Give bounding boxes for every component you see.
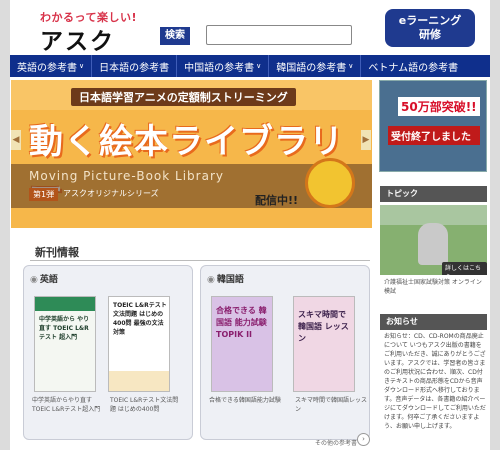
sun-mascot-icon — [305, 158, 355, 208]
book-caption[interactable]: 中学英語からやり直す TOEIC L&Rテスト超入門 — [32, 396, 104, 414]
book-cover-text: スキマ時間で 韓国語 レッスン — [298, 310, 349, 343]
photo-background — [380, 205, 487, 225]
hero-badge: 第1弾 — [29, 188, 59, 201]
hero-english-title: Moving Picture-Book Library — [29, 169, 224, 183]
book-group-korean: ◉ 韓国語 合格できる 韓国語 能力試験 TOPIK II 合格できる韓国語能力試… — [200, 265, 370, 440]
book-cover-text: TOEIC L&Rテスト 文法問題 はじめの400問 最強の文法対策 — [113, 302, 167, 336]
bullet-icon: ◉ — [30, 275, 38, 285]
book-cover-text: 中学英語から やり直す TOEIC L&Rテスト 超入門 — [39, 316, 90, 341]
book-group-heading: ◉ 韓国語 — [207, 272, 244, 285]
hero-subtitle: 日本語学習アニメの定額制ストリーミング — [71, 88, 296, 106]
nav-item-label: ベトナム語の参考書 — [368, 62, 459, 74]
site-logo[interactable]: アスク — [40, 22, 115, 56]
new-releases-title: 新刊情報 — [35, 246, 79, 259]
carousel-next-icon[interactable]: ▶ — [361, 130, 371, 150]
ad-closed-banner: 受付終了しました — [388, 126, 480, 145]
nav-item-vietnamese[interactable]: ベトナム語の参考書 — [361, 55, 465, 77]
nav-item-label: 韓国語の参考書 — [276, 62, 347, 74]
book-cover[interactable]: スキマ時間で 韓国語 レッスン — [293, 296, 355, 392]
cover-accent-bar — [109, 371, 169, 391]
nav-item-korean[interactable]: 韓国語の参考書 ∨ — [269, 55, 362, 77]
book-cover[interactable]: 合格できる 韓国語 能力試験 TOPIK II — [211, 296, 273, 392]
photo-person — [418, 223, 448, 265]
nav-item-chinese[interactable]: 中国語の参考書 ∨ — [177, 55, 270, 77]
ad-headline: 50万部突破!! — [398, 97, 480, 116]
main-nav: 英語の参考書 ∨ 日本語の参考書 中国語の参考書 ∨ 韓国語の参考書 ∨ ベトナム語の… — [10, 55, 490, 77]
cover-accent-bar — [35, 297, 95, 311]
bullet-icon: ◉ — [207, 275, 215, 285]
elearning-button[interactable]: eラーニング 研修 — [385, 9, 475, 47]
page: わかるって楽しい! アスク 検索 eラーニング 研修 英語の参考書 ∨ 日本語の参… — [10, 0, 490, 450]
notice-text: お知らせ：CD、CD-ROMの商品廃止について いつもアスク出版の書籍をご利用い… — [384, 333, 486, 430]
search-input[interactable] — [206, 25, 352, 45]
hero-series: アスクオリジナルシリーズ — [63, 189, 159, 198]
chevron-down-icon: ∨ — [256, 62, 262, 70]
hero-banner[interactable]: 日本語学習アニメの定額制ストリーミング 動く絵本ライブラリー Moving Pi… — [11, 80, 372, 228]
book-group-heading: ◉ 英語 — [30, 272, 58, 285]
book-cover-text: 合格できる 韓国語 能力試験 TOPIK II — [216, 306, 267, 339]
book-caption[interactable]: TOEIC L&Rテスト文法問題 はじめの400問 — [110, 396, 182, 414]
search-button[interactable]: 検索 — [160, 27, 190, 45]
chevron-down-icon: ∨ — [79, 62, 85, 70]
topic-caption[interactable]: 介護福祉士国家試験対策 オンライン模試 — [384, 278, 486, 296]
book-group-name: 英語 — [39, 275, 58, 285]
book-caption[interactable]: スキマ時間で韓国語レッスン — [295, 396, 367, 414]
nav-item-english[interactable]: 英語の参考書 ∨ — [10, 55, 93, 77]
more-books-arrow-icon[interactable]: › — [357, 433, 370, 446]
book-group-english: ◉ 英語 中学英語から やり直す TOEIC L&Rテスト 超入門 中学英語からや… — [23, 265, 193, 440]
book-group-name: 韓国語 — [216, 275, 244, 285]
topics-heading: トピック — [380, 186, 487, 202]
carousel-prev-icon[interactable]: ◀ — [11, 130, 21, 150]
topic-details-link[interactable]: 詳しくはこちら — [442, 262, 487, 275]
elearning-label-line2: 研修 — [419, 28, 441, 41]
elearning-label-line1: eラーニング — [398, 14, 462, 27]
notice-heading: お知らせ — [380, 314, 487, 330]
book-caption[interactable]: 合格できる韓国語能力試験 — [209, 396, 281, 405]
book-cover[interactable]: TOEIC L&Rテスト 文法問題 はじめの400問 最強の文法対策 — [108, 296, 170, 392]
nav-item-label: 英語の参考書 — [17, 62, 77, 74]
nav-item-japanese[interactable]: 日本語の参考書 — [92, 55, 178, 77]
section-divider — [30, 260, 370, 261]
nav-item-label: 日本語の参考書 — [99, 62, 170, 74]
nav-item-label: 中国語の参考書 — [184, 62, 255, 74]
hero-on-air: 配信中!! — [255, 194, 299, 207]
book-cover[interactable]: 中学英語から やり直す TOEIC L&Rテスト 超入門 — [34, 296, 96, 392]
chevron-down-icon: ∨ — [348, 62, 354, 70]
more-books-label[interactable]: その他の参考書 — [315, 438, 357, 447]
topic-photo[interactable]: 詳しくはこちら — [380, 205, 487, 275]
sidebar-ad-banner[interactable]: 50万部突破!! 受付終了しました — [379, 80, 487, 172]
